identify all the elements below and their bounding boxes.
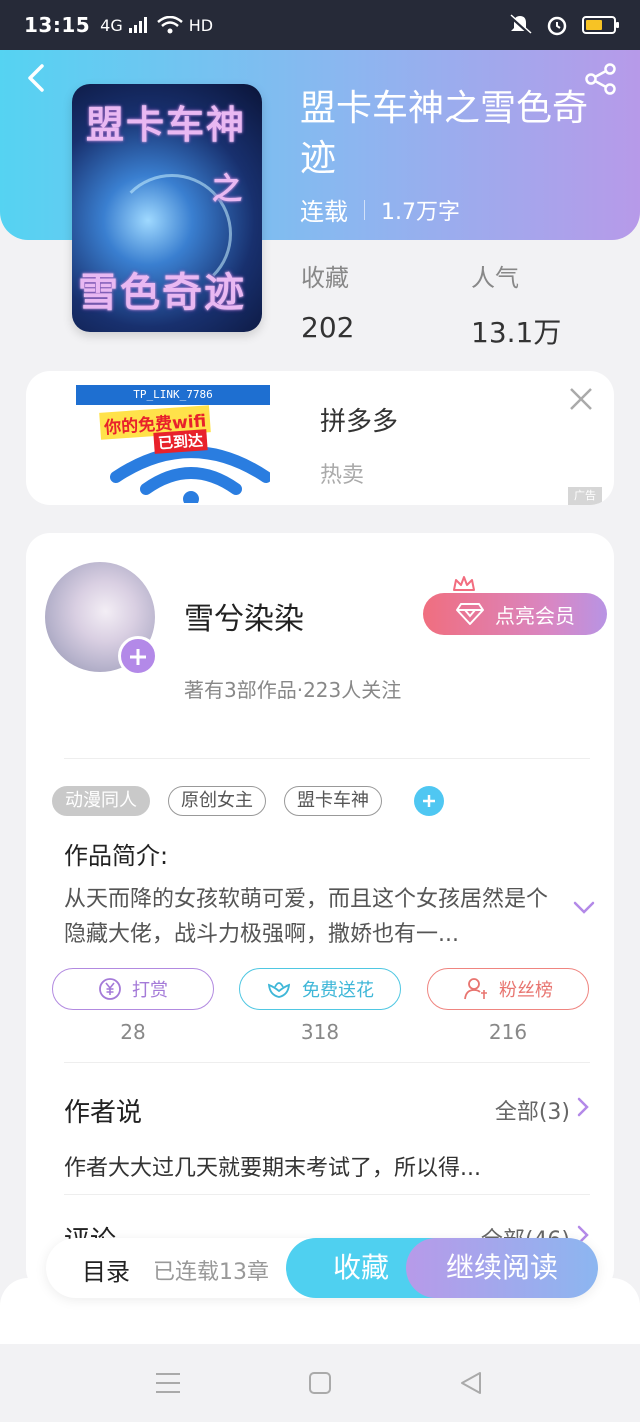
- menu-nav-button[interactable]: [154, 1370, 182, 1396]
- intro-title: 作品简介:: [64, 842, 169, 870]
- fans-count: 216: [488, 1020, 528, 1044]
- divider: [64, 1194, 590, 1195]
- vip-button[interactable]: 点亮会员: [423, 593, 607, 635]
- ad-card[interactable]: TP_LINK_7786 你的免费wifi 已到达 拼多多 热卖 广告: [26, 371, 614, 505]
- serial-status: 连载: [300, 198, 348, 226]
- action-label: 免费送花: [302, 980, 374, 1001]
- tag-list: 动漫同人 原创女主 盟卡车神: [52, 786, 444, 816]
- chapter-count: 已连载13章: [153, 1260, 269, 1285]
- tag-item[interactable]: 原创女主: [168, 786, 266, 816]
- stat-favorites: 收藏 202: [301, 258, 354, 344]
- tag-item[interactable]: 盟卡车神: [284, 786, 382, 816]
- wifi-icon: [156, 16, 183, 34]
- reward-button[interactable]: 打赏: [52, 968, 214, 1010]
- user-icon: [464, 978, 487, 1000]
- chevron-left-icon: [28, 64, 44, 92]
- plus-icon: [423, 795, 435, 807]
- flower-icon: [267, 982, 291, 998]
- follow-author-button[interactable]: [118, 636, 158, 676]
- ad-image-banner-2: 已到达: [153, 429, 208, 454]
- author-say-title: 作者说: [64, 1098, 143, 1128]
- divider: [364, 199, 365, 220]
- author-say-text[interactable]: 作者大大过几天就要期末考试了，所以得...: [64, 1150, 481, 1182]
- status-time: 13:15: [24, 13, 91, 37]
- tag-item[interactable]: 动漫同人: [52, 786, 150, 816]
- hd-label: HD: [188, 15, 214, 35]
- back-button[interactable]: [22, 62, 54, 94]
- alarm-icon: [547, 16, 567, 36]
- more-label: 全部(3): [494, 1100, 570, 1125]
- flower-count: 318: [300, 1020, 340, 1044]
- home-nav-button[interactable]: [307, 1370, 335, 1396]
- mute-icon: [508, 14, 532, 36]
- cover-title-mid: 之: [212, 172, 242, 207]
- chevron-down-icon: [573, 901, 595, 914]
- cover-title-bottom: 雪色奇迹: [78, 269, 246, 316]
- yen-coin-icon: [99, 978, 121, 1000]
- author-meta: 著有3部作品·223人关注: [184, 678, 402, 702]
- stat-label: 收藏: [301, 264, 349, 292]
- stat-value: 13.1万: [471, 316, 562, 349]
- stat-label: 人气: [471, 264, 519, 292]
- word-count: 1.7万字: [381, 199, 460, 225]
- signal-icon: [128, 17, 147, 33]
- divider: [64, 758, 590, 759]
- ad-mark: 广告: [568, 487, 602, 505]
- ad-title: 拼多多: [320, 407, 399, 437]
- book-cover[interactable]: 盟卡车神 之 雪色奇迹: [72, 84, 262, 332]
- fans-ranking-button[interactable]: 粉丝榜: [427, 968, 589, 1010]
- close-icon: [570, 388, 592, 410]
- network-type: 4G: [100, 15, 123, 35]
- back-nav-button[interactable]: [458, 1370, 486, 1396]
- chevron-right-icon: [576, 1095, 590, 1125]
- author-name[interactable]: 雪兮染染: [184, 594, 304, 638]
- vip-label: 点亮会员: [495, 603, 575, 628]
- plus-icon: [130, 649, 146, 665]
- ad-close-button[interactable]: [568, 385, 594, 420]
- battery-icon: [582, 16, 619, 34]
- reward-count: 28: [120, 1020, 146, 1044]
- divider: [64, 1062, 590, 1063]
- book-status-row: 连载 1.7万字: [300, 192, 460, 227]
- cover-title-top: 盟卡车神: [86, 102, 247, 147]
- add-tag-button[interactable]: [414, 786, 444, 816]
- triangle-back-icon: [461, 1372, 481, 1394]
- status-bar: 13:15 4G HD: [0, 0, 640, 50]
- stat-popularity: 人气 13.1万: [471, 258, 561, 351]
- stat-value: 202: [301, 311, 355, 344]
- intro-text: 从天而降的女孩软萌可爱，而且这个女孩居然是个隐藏大佬，战斗力极强啊，撒娇也有一.…: [64, 887, 549, 947]
- action-label: 粉丝榜: [499, 980, 553, 1001]
- expand-intro-button[interactable]: [572, 896, 596, 920]
- action-label: 打赏: [132, 980, 168, 1001]
- ad-image-header: TP_LINK_7786: [76, 385, 270, 405]
- diamond-icon: [456, 603, 484, 625]
- square-icon: [309, 1372, 331, 1394]
- send-flower-button[interactable]: 免费送花: [239, 968, 401, 1010]
- menu-icon: [156, 1373, 180, 1393]
- catalog-button[interactable]: 目录: [82, 1252, 130, 1287]
- author-say-more-button[interactable]: 全部(3): [495, 1094, 590, 1126]
- signal-indicator: 4G HD: [100, 16, 213, 35]
- book-title: 盟卡车神之雪色奇迹: [300, 88, 589, 179]
- ad-image: TP_LINK_7786 你的免费wifi 已到达: [76, 385, 270, 503]
- continue-reading-button[interactable]: 继续阅读: [406, 1238, 598, 1298]
- ad-subtitle: 热卖: [320, 463, 365, 488]
